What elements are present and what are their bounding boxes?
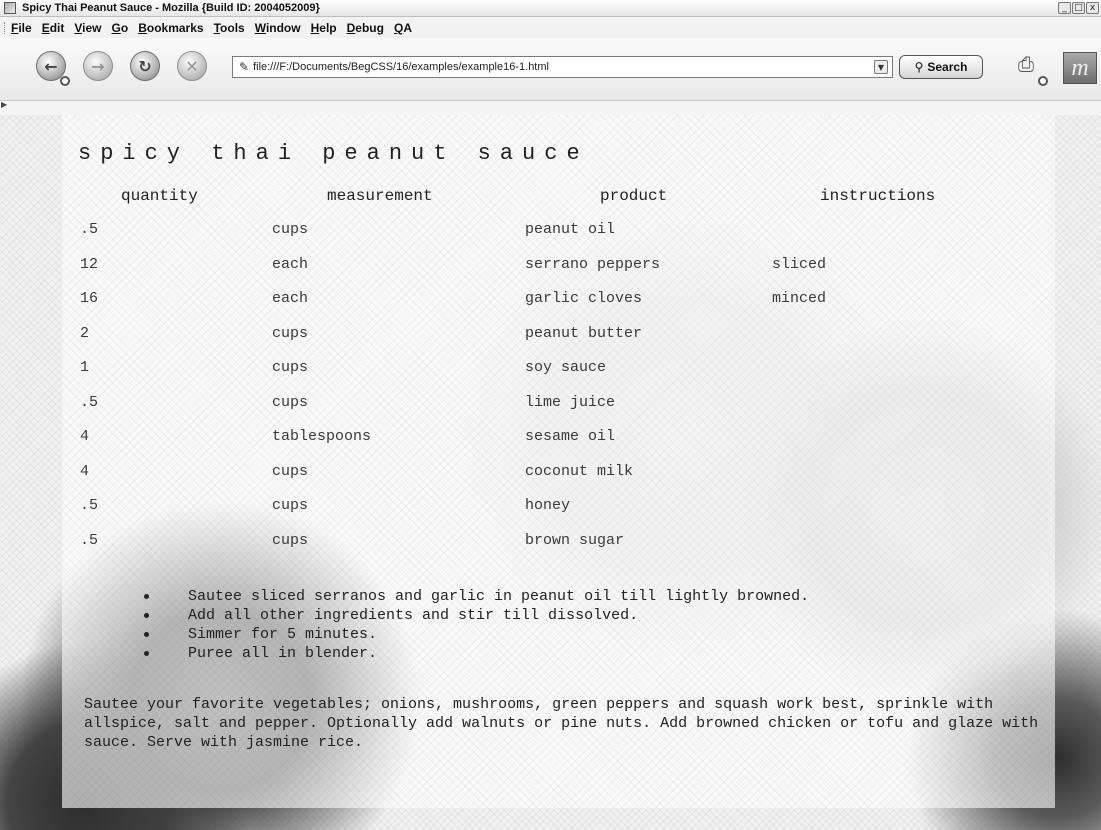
mozilla-throbber-logo[interactable]: m: [1063, 52, 1097, 84]
cell-quantity: .5: [80, 221, 99, 238]
table-row: 4 cups coconut milk: [0, 463, 1101, 498]
list-item: Puree all in blender.: [140, 644, 809, 663]
cell-measurement: cups: [272, 324, 309, 342]
app-icon: [4, 2, 16, 14]
table-row: 2 cups peanut butter: [0, 325, 1101, 360]
close-button[interactable]: x: [1086, 2, 1099, 14]
cell-quantity: .5: [80, 531, 99, 549]
cell-measurement: each: [272, 255, 309, 273]
print-dropdown[interactable]: [1038, 76, 1048, 86]
forward-button[interactable]: →: [83, 51, 113, 81]
menu-help[interactable]: Help: [311, 21, 337, 35]
window-controls: _ □ x: [1058, 2, 1099, 14]
cell-measurement: cups: [272, 359, 309, 376]
serving-notes: Sautee your favorite vegetables; onions,…: [84, 696, 1039, 751]
table-row: 4 tablespoons sesame oil: [0, 428, 1101, 463]
header-product: product: [600, 187, 668, 205]
window-title: Spicy Thai Peanut Sauce - Mozilla {Build…: [22, 2, 320, 14]
menu-bookmarks[interactable]: Bookmarks: [138, 21, 203, 35]
cell-measurement: cups: [272, 221, 309, 238]
table-row: .5 cups honey: [0, 497, 1101, 532]
cell-quantity: 1: [80, 359, 90, 376]
table-row: 12 each serrano peppers sliced: [0, 256, 1101, 291]
header-measurement: measurement: [327, 187, 433, 205]
back-history-dropdown[interactable]: [60, 76, 70, 86]
printer-icon: ⎙: [1018, 52, 1034, 76]
ingredients-table: .5 cups peanut oil 12 each serrano peppe…: [0, 221, 1101, 566]
cell-quantity: 4: [80, 462, 90, 480]
search-button-label: Search: [927, 60, 968, 74]
cell-measurement: cups: [272, 531, 309, 549]
menu-window[interactable]: Window: [255, 21, 301, 35]
minimize-button[interactable]: _: [1058, 2, 1071, 14]
menu-go[interactable]: Go: [112, 21, 129, 35]
cell-product: brown sugar: [525, 531, 625, 549]
menu-file[interactable]: File: [11, 21, 32, 35]
forward-arrow-icon: →: [91, 56, 105, 76]
cell-quantity: 12: [80, 255, 99, 273]
list-item: Simmer for 5 minutes.: [140, 625, 809, 644]
url-text[interactable]: file:///F:/Documents/BegCSS/16/examples/…: [253, 61, 874, 73]
cell-product: coconut milk: [525, 462, 634, 480]
menu-view[interactable]: View: [74, 21, 101, 35]
page-title: spicy thai peanut sauce: [78, 141, 589, 166]
cell-product: honey: [525, 497, 571, 514]
reload-icon: ↻: [138, 56, 152, 76]
navigation-toolbar: ← → ↻ ✕ ✎ file:///F:/Documents/BegCSS/16…: [0, 38, 1101, 101]
cell-product: garlic cloves: [525, 290, 643, 307]
cell-product: sesame oil: [525, 428, 616, 445]
table-row: .5 cups lime juice: [0, 394, 1101, 429]
cell-quantity: 4: [80, 428, 90, 445]
table-row: .5 cups brown sugar: [0, 532, 1101, 567]
menu-debug[interactable]: Debug: [347, 21, 384, 35]
cell-product: soy sauce: [525, 359, 607, 376]
cell-measurement: cups: [272, 393, 309, 411]
search-button[interactable]: ⚲ Search: [899, 55, 983, 79]
maximize-button[interactable]: □: [1072, 2, 1085, 14]
cell-product: peanut butter: [525, 324, 643, 342]
url-bar[interactable]: ✎ file:///F:/Documents/BegCSS/16/example…: [232, 56, 893, 78]
stop-icon: ✕: [185, 56, 199, 76]
cell-quantity: 16: [80, 290, 99, 307]
menu-tools[interactable]: Tools: [214, 21, 245, 35]
menu-bar: File Edit View Go Bookmarks Tools Window…: [0, 18, 1101, 38]
reload-button[interactable]: ↻: [130, 51, 160, 81]
cell-instructions: sliced: [772, 255, 827, 273]
cell-quantity: .5: [80, 393, 99, 411]
table-row: 16 each garlic cloves minced: [0, 290, 1101, 325]
cell-product: serrano peppers: [525, 255, 661, 273]
list-item: Sautee sliced serranos and garlic in pea…: [140, 587, 809, 606]
header-quantity: quantity: [121, 187, 198, 205]
title-bar: Spicy Thai Peanut Sauce - Mozilla {Build…: [0, 0, 1101, 17]
cell-measurement: each: [272, 290, 309, 307]
instructions-list: Sautee sliced serranos and garlic in pea…: [140, 587, 809, 663]
back-arrow-icon: ←: [44, 56, 58, 76]
menu-edit[interactable]: Edit: [42, 21, 65, 35]
page-viewport: spicy thai peanut sauce quantity measure…: [0, 115, 1101, 830]
cell-measurement: tablespoons: [272, 428, 372, 445]
menu-qa[interactable]: QA: [394, 21, 412, 35]
menubar-grip[interactable]: [4, 22, 9, 34]
cell-measurement: cups: [272, 462, 309, 480]
header-instructions: instructions: [820, 187, 936, 205]
sidebar-toggle-arrow-icon[interactable]: ▶: [1, 100, 10, 111]
url-history-dropdown[interactable]: ▼: [874, 60, 888, 74]
cell-product: lime juice: [525, 393, 616, 411]
cell-product: peanut oil: [525, 221, 616, 238]
cell-instructions: minced: [772, 290, 827, 307]
table-row: .5 cups peanut oil: [0, 221, 1101, 256]
print-button[interactable]: ⎙: [1011, 52, 1041, 76]
search-icon: ⚲: [914, 60, 924, 74]
table-row: 1 cups soy sauce: [0, 359, 1101, 394]
list-item: Add all other ingredients and stir till …: [140, 606, 809, 625]
cell-measurement: cups: [272, 497, 309, 514]
stop-button[interactable]: ✕: [177, 51, 207, 81]
cell-quantity: 2: [80, 324, 90, 342]
page-file-icon: ✎: [239, 60, 250, 74]
cell-quantity: .5: [80, 497, 99, 514]
